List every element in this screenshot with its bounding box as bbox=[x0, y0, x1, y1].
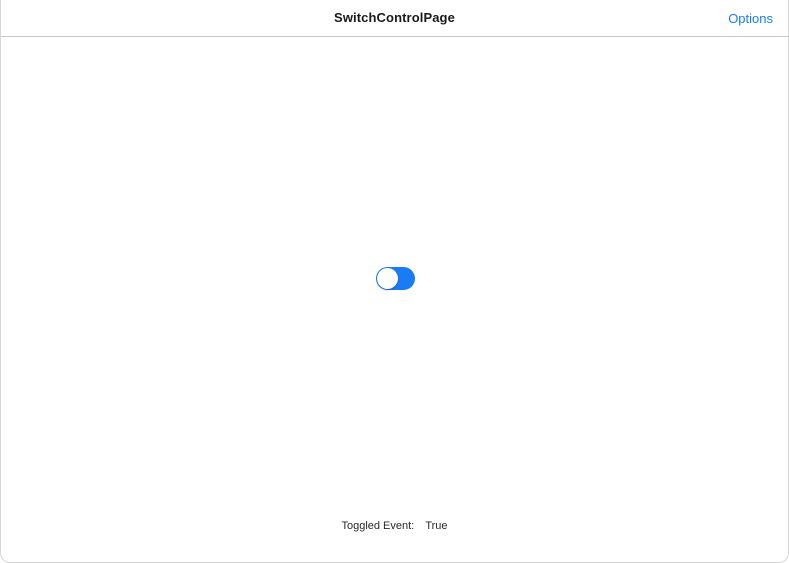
switch-knob bbox=[377, 268, 398, 289]
toggle-switch[interactable] bbox=[376, 267, 415, 290]
toggled-event-status: Toggled Event: True bbox=[1, 520, 788, 532]
toggled-event-value: True bbox=[425, 520, 448, 532]
options-button[interactable]: Options bbox=[728, 11, 773, 26]
navigation-bar: SwitchControlPage Options bbox=[1, 0, 788, 37]
page-title: SwitchControlPage bbox=[334, 10, 455, 25]
toggled-event-label: Toggled Event: bbox=[341, 520, 415, 532]
app-window: SwitchControlPage Options Toggled Event:… bbox=[0, 0, 789, 563]
